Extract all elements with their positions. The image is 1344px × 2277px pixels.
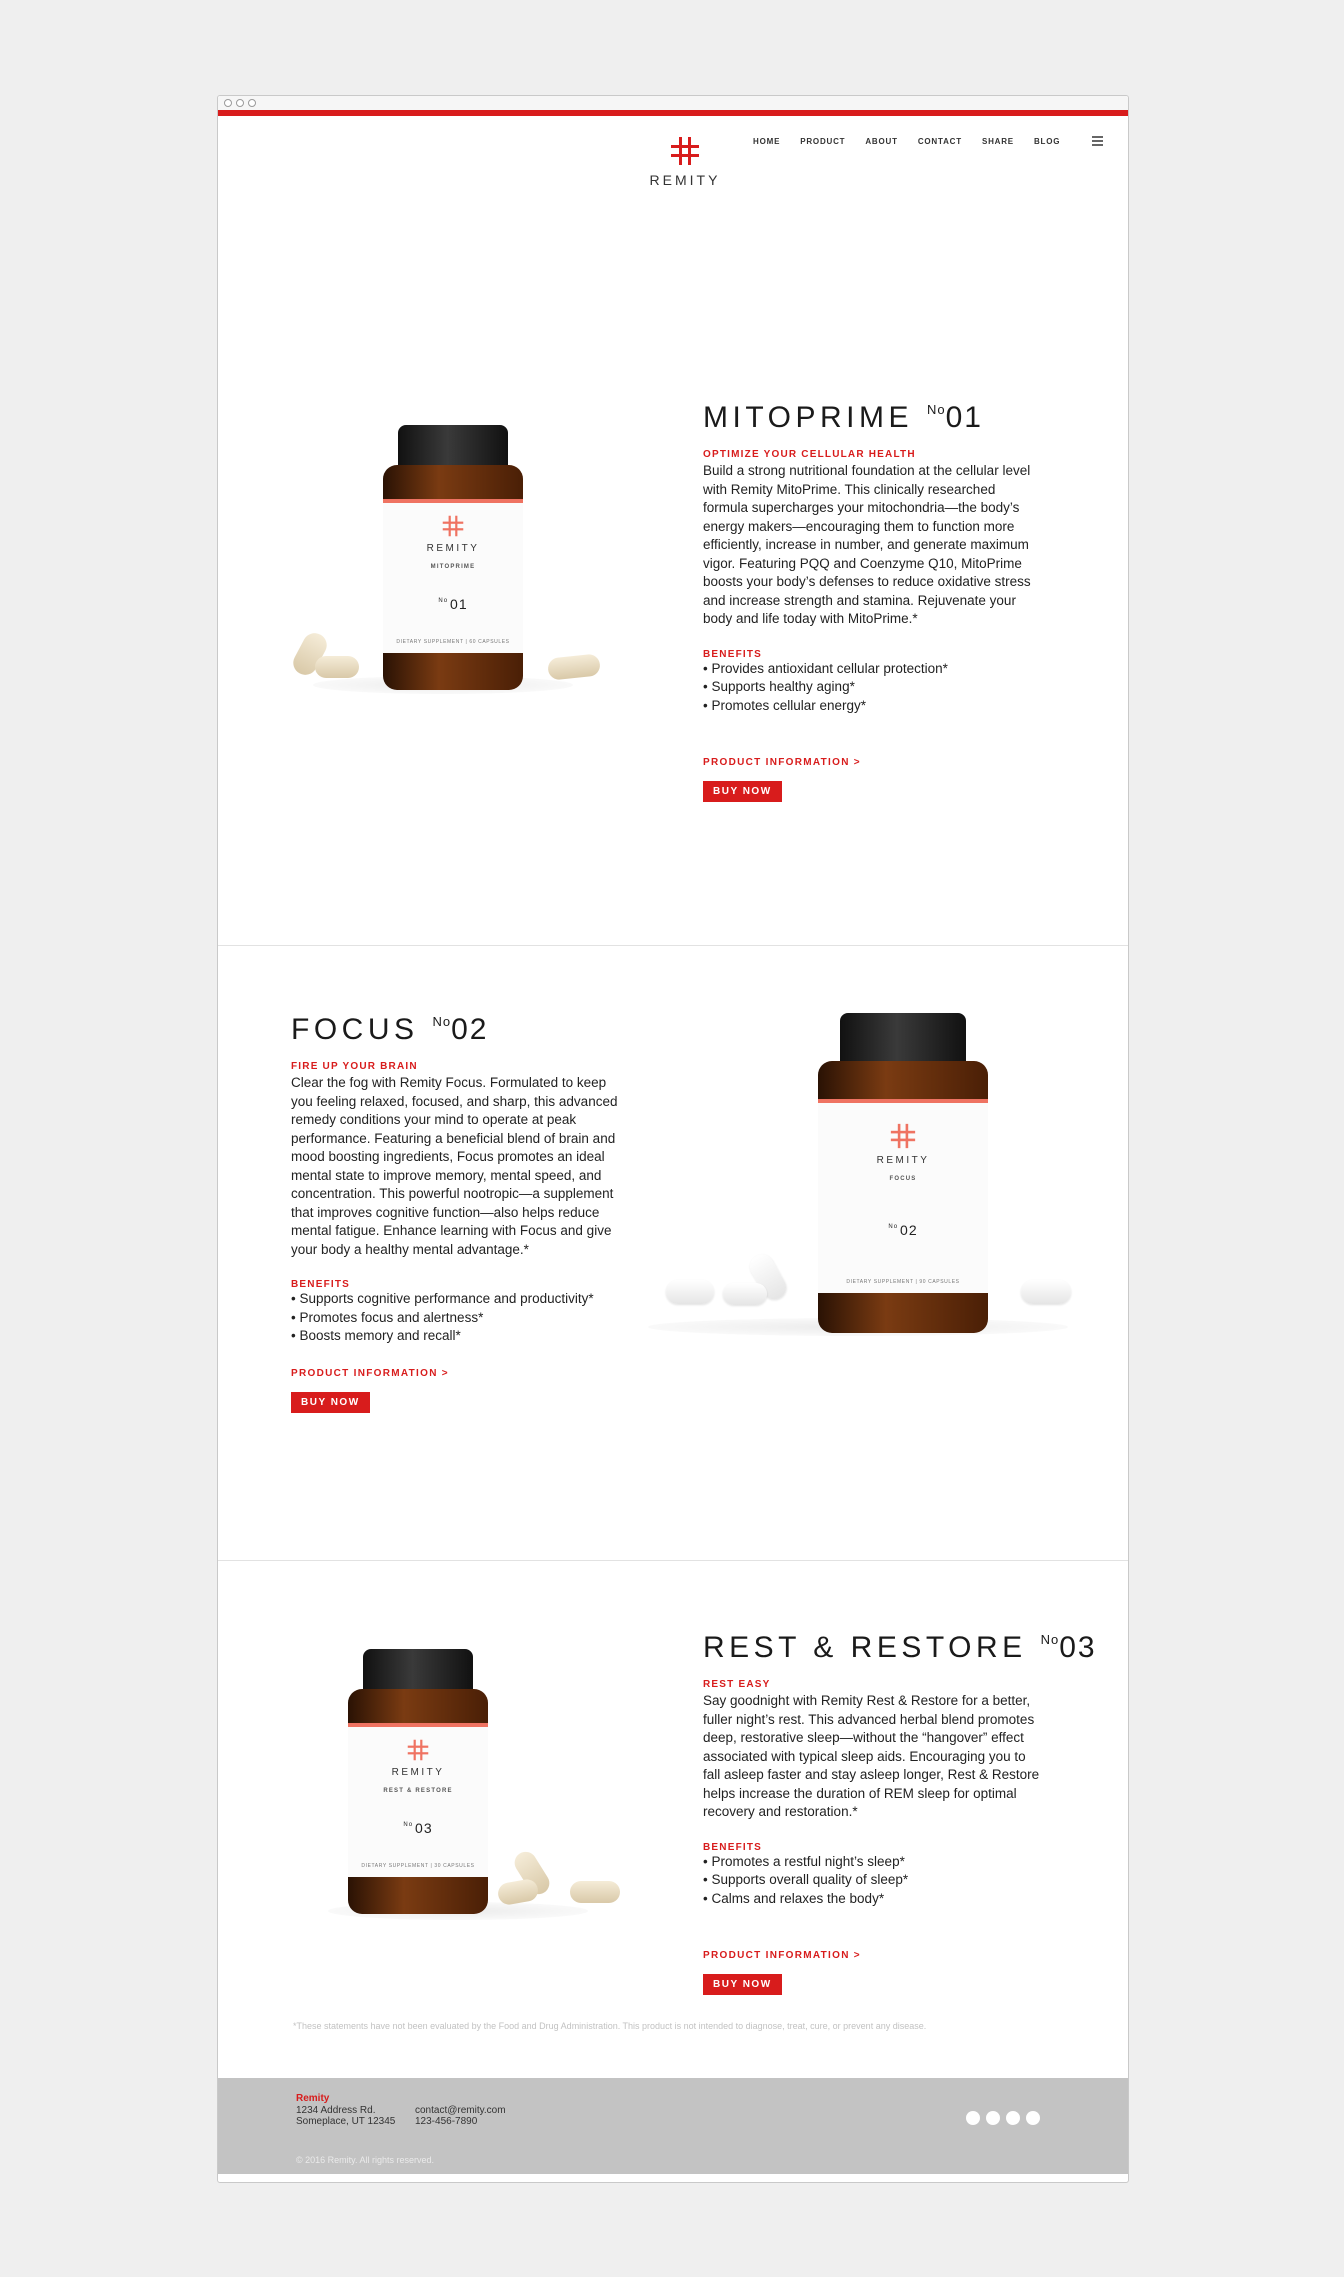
- footer-brand: Remity: [296, 2093, 330, 2104]
- label-fineprint: DIETARY SUPPLEMENT | 30 CAPSULES: [361, 1863, 475, 1869]
- product-tagline: REST EASY: [703, 1679, 771, 1690]
- window-minimize-icon[interactable]: [236, 99, 244, 107]
- capsule: [666, 1280, 714, 1304]
- footer-address-line2: Someplace, UT 12345: [296, 2116, 396, 2127]
- product-section-focus: REMITY FOCUS No 02 DIETARY SUPPLEMENT | 9…: [218, 833, 1128, 1449]
- label-fineprint: DIETARY SUPPLEMENT | 60 CAPSULES: [396, 639, 510, 645]
- label-number: No 02: [888, 1222, 918, 1238]
- benefit-item: • Promotes focus and alertness*: [291, 1309, 484, 1325]
- label-product-name: MITOPRIME: [430, 564, 476, 570]
- social-links: [966, 2111, 1046, 2125]
- site-header: REMITY HOME PRODUCT ABOUT CONTACT SHARE …: [218, 116, 1128, 206]
- benefits-heading: BENEFITS: [703, 1841, 763, 1853]
- product-information-link[interactable]: PRODUCT INFORMATION >: [703, 1950, 1043, 1961]
- benefit-item: • Promotes a restful night’s sleep*: [703, 1853, 905, 1869]
- product-section-rest-restore: REMITY REST & RESTORE No 03 DIETARY SUPPL…: [218, 1449, 1128, 2149]
- nav-blog[interactable]: BLOG: [1034, 137, 1060, 146]
- nav-about[interactable]: ABOUT: [865, 137, 897, 146]
- product-description: Say goodnight with Remity Rest & Restore…: [703, 1693, 1040, 1819]
- label-cross-icon: [890, 1123, 916, 1149]
- buy-now-button[interactable]: BUY NOW: [703, 1974, 782, 1995]
- benefit-item: • Supports cognitive performance and pro…: [291, 1291, 594, 1306]
- product-tagline: OPTIMIZE YOUR CELLULAR HEALTH: [703, 449, 916, 460]
- label-number: No 03: [403, 1820, 433, 1836]
- nav-product[interactable]: PRODUCT: [800, 137, 845, 146]
- site-footer: Remity 1234 Address Rd. Someplace, UT 12…: [218, 2078, 1128, 2174]
- product-description: Build a strong nutritional foundation at…: [703, 463, 1031, 626]
- capsule: [1021, 1280, 1071, 1304]
- benefit-item: • Provides antioxidant cellular protecti…: [703, 660, 948, 676]
- product-info-mitoprime: MITOPRIME No01 OPTIMIZE YOUR CELLULAR HEA…: [703, 401, 1043, 802]
- label-product-name: REST & RESTORE: [383, 1788, 453, 1794]
- social-icon-3[interactable]: [1006, 2111, 1020, 2125]
- capsule: [315, 656, 359, 678]
- benefit-item: • Supports overall quality of sleep*: [703, 1872, 909, 1887]
- fda-disclaimer: *These statements have not been evaluate…: [293, 2021, 927, 2031]
- browser-window: REMITY HOME PRODUCT ABOUT CONTACT SHARE …: [217, 95, 1129, 2183]
- benefits-heading: BENEFITS: [703, 648, 763, 660]
- social-icon-1[interactable]: [966, 2111, 980, 2125]
- hamburger-icon[interactable]: [1092, 136, 1103, 148]
- product-image-mitoprime: REMITY MITOPRIME No 01 DIETARY SUPPLEMENT…: [383, 425, 523, 690]
- label-brand: REMITY: [391, 1767, 445, 1778]
- label-brand: REMITY: [426, 543, 480, 554]
- window-maximize-icon[interactable]: [248, 99, 256, 107]
- benefit-item: • Boosts memory and recall*: [291, 1328, 461, 1343]
- label-brand: REMITY: [876, 1155, 930, 1166]
- product-tagline: FIRE UP YOUR BRAIN: [291, 1061, 418, 1072]
- cross-logo-icon: [671, 137, 699, 165]
- label-product-name: FOCUS: [889, 1176, 917, 1182]
- product-title: REST & RESTORE No03: [703, 1631, 1097, 1664]
- buy-now-button[interactable]: BUY NOW: [703, 781, 782, 802]
- benefit-item: • Calms and relaxes the body*: [703, 1890, 885, 1906]
- label-fineprint: DIETARY SUPPLEMENT | 90 CAPSULES: [846, 1279, 960, 1285]
- capsule: [496, 1877, 540, 1907]
- product-image-focus: REMITY FOCUS No 02 DIETARY SUPPLEMENT | 9…: [818, 1013, 988, 1333]
- nav-home[interactable]: HOME: [753, 137, 780, 146]
- product-info-rest-restore: REST & RESTORE No03 REST EASY Say goodnig…: [703, 1631, 1097, 1995]
- capsule: [546, 653, 602, 681]
- product-info-focus: FOCUS No02 FIRE UP YOUR BRAIN Clear the f…: [291, 1013, 631, 1413]
- capsule: [570, 1881, 620, 1903]
- product-image-rest-restore: REMITY REST & RESTORE No 03 DIETARY SUPPL…: [348, 1649, 488, 1914]
- footer-copyright: © 2016 Remity. All rights reserved.: [296, 2155, 435, 2165]
- footer-email-link[interactable]: contact@remity.com: [415, 2105, 506, 2116]
- social-icon-4[interactable]: [1026, 2111, 1040, 2125]
- logo[interactable]: REMITY: [630, 136, 740, 188]
- product-title: FOCUS No02: [291, 1013, 489, 1046]
- main-nav: HOME PRODUCT ABOUT CONTACT SHARE BLOG: [753, 137, 1080, 146]
- product-section-mitoprime: REMITY MITOPRIME No 01 DIETARY SUPPLEMENT…: [218, 206, 1128, 833]
- product-title: MITOPRIME No01: [703, 401, 983, 434]
- nav-contact[interactable]: CONTACT: [918, 137, 962, 146]
- window-chrome: [218, 96, 1128, 110]
- product-description: Clear the fog with Remity Focus. Formula…: [291, 1075, 618, 1257]
- label-cross-icon: [442, 515, 464, 537]
- benefit-item: • Supports healthy aging*: [703, 679, 855, 694]
- label-number: No 01: [438, 596, 468, 612]
- buy-now-button[interactable]: BUY NOW: [291, 1391, 370, 1413]
- product-information-link[interactable]: PRODUCT INFORMATION >: [291, 1368, 631, 1379]
- nav-share[interactable]: SHARE: [982, 137, 1014, 146]
- label-cross-icon: [407, 1739, 429, 1761]
- window-close-icon[interactable]: [224, 99, 232, 107]
- product-information-link[interactable]: PRODUCT INFORMATION >: [703, 757, 1043, 768]
- benefits-heading: BENEFITS: [291, 1279, 351, 1290]
- capsule: [723, 1283, 767, 1305]
- benefit-item: • Promotes cellular energy*: [703, 697, 867, 713]
- footer-address-line1: 1234 Address Rd.: [296, 2105, 376, 2116]
- social-icon-2[interactable]: [986, 2111, 1000, 2125]
- logo-wordmark: REMITY: [649, 172, 721, 188]
- footer-phone: 123-456-7890: [415, 2116, 478, 2127]
